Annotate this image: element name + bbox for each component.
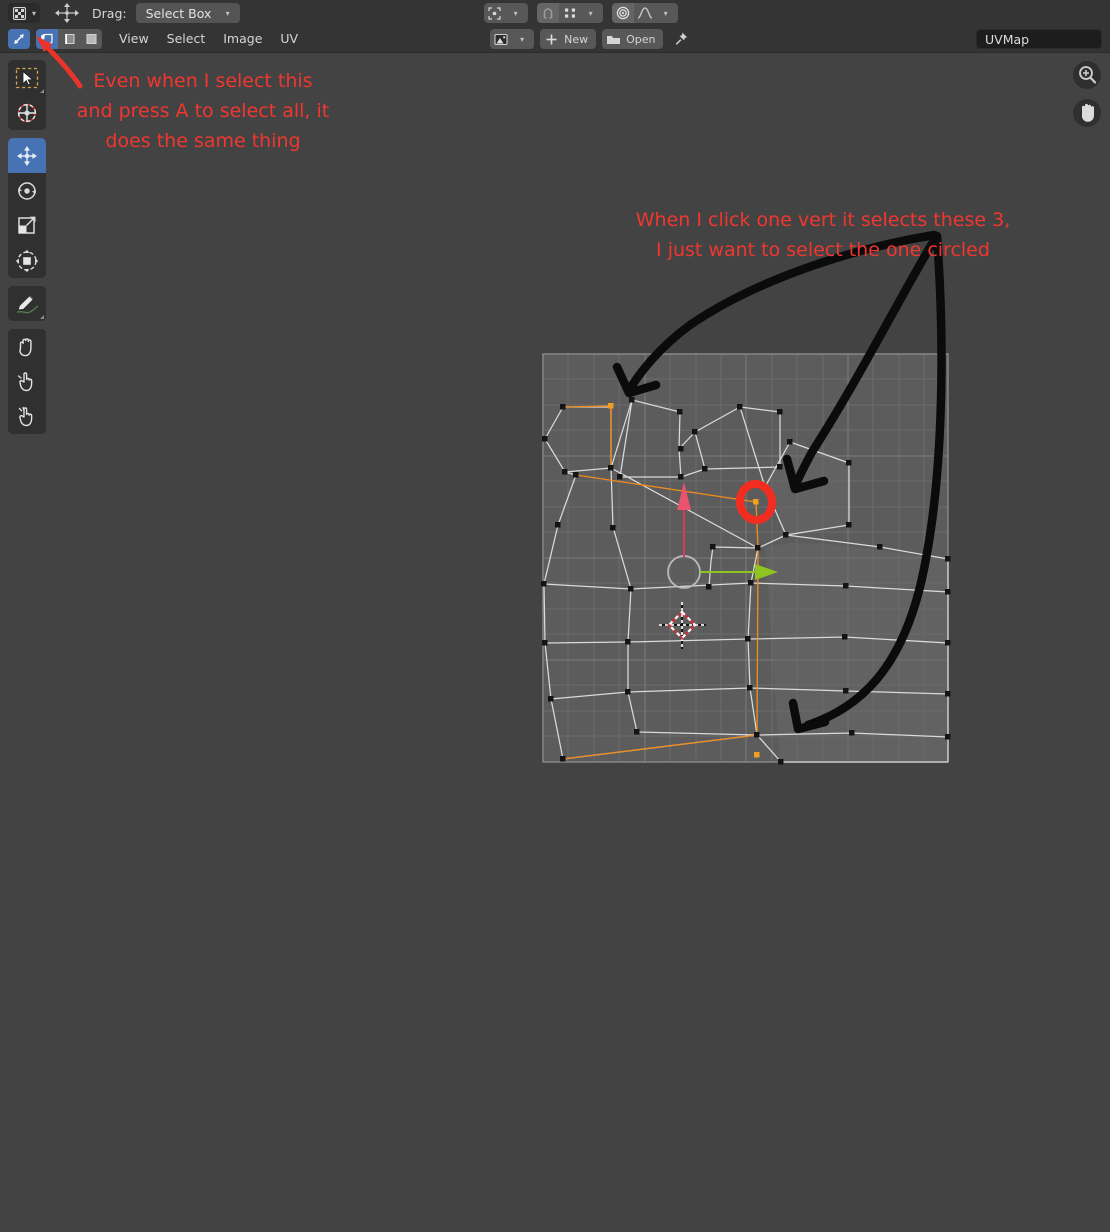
red-pointer-arrow [36, 36, 83, 89]
uv-canvas[interactable] [0, 53, 1110, 1232]
blender-uv-editor-window: ▾ Drag: Select Box ▾ ▾ ▾ ▾ View Select I… [0, 0, 1110, 1232]
